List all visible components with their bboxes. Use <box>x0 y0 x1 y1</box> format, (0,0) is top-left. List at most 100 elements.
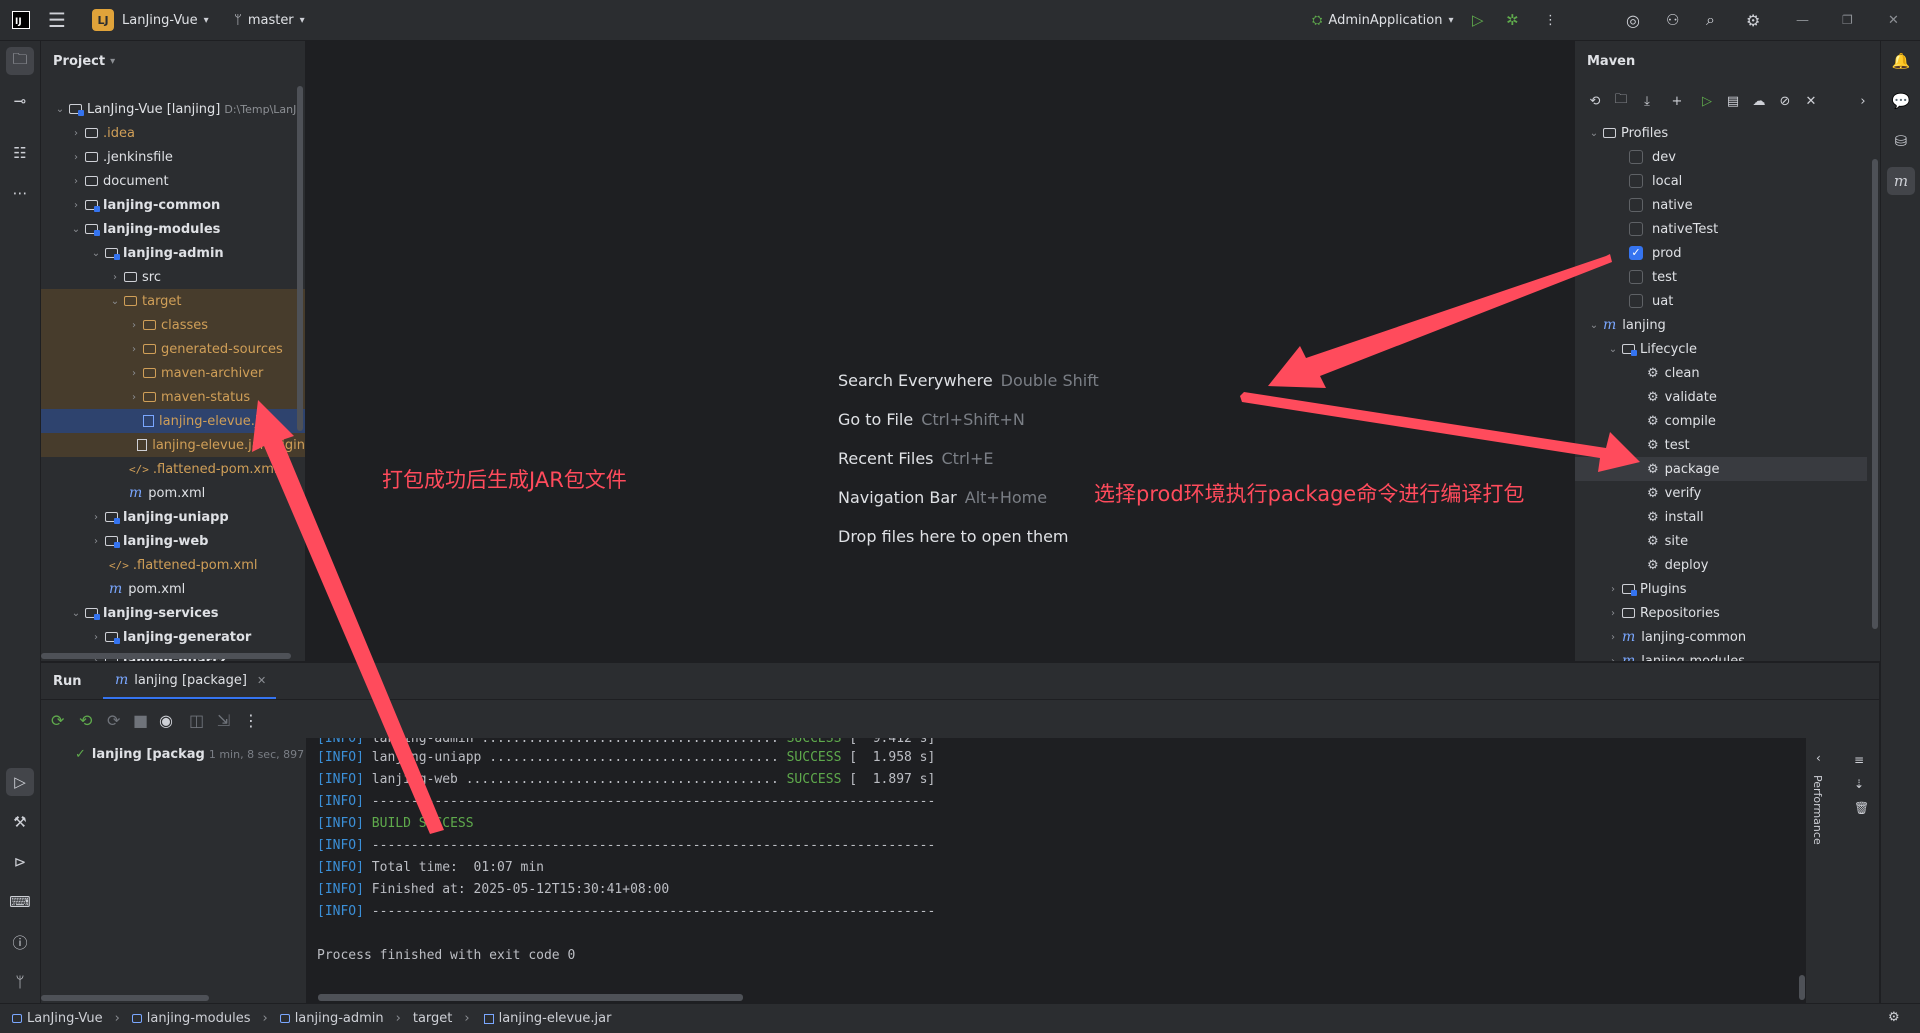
rerun-failed-button[interactable]: ⟲ <box>79 711 92 730</box>
run-config-tab[interactable]: m lanjing [package] ✕ <box>103 663 277 699</box>
tree-item-lanjing-common[interactable]: › lanjing-common <box>41 193 305 217</box>
rerun-button[interactable]: ⟳ <box>51 711 64 730</box>
execute-goal-button[interactable]: ▤ <box>1723 91 1743 111</box>
export-button[interactable]: ⇲ <box>217 711 230 730</box>
maven-scrollbar[interactable] <box>1872 159 1878 629</box>
add-maven-project-button[interactable]: 🗀 <box>1611 91 1631 111</box>
code-with-me-button[interactable]: ⚇ <box>1666 0 1679 40</box>
profile-test[interactable]: test <box>1575 265 1839 289</box>
profile-checkbox[interactable] <box>1629 150 1643 164</box>
profile-checkbox[interactable] <box>1629 174 1643 188</box>
structure-tool-button[interactable]: ☷ <box>6 139 34 167</box>
build-tool-button[interactable]: ⚒ <box>6 808 34 836</box>
collapse-side-button[interactable]: ‹ <box>1816 747 1821 766</box>
git-tool-button[interactable]: ᛘ <box>6 968 34 996</box>
ai-assistant-button[interactable]: ◎ <box>1626 0 1640 40</box>
profile-checkbox[interactable] <box>1629 270 1643 284</box>
tree-item-lanjing-generator[interactable]: › lanjing-generator <box>41 625 305 649</box>
project-scrollbar[interactable] <box>297 86 303 431</box>
debug-button[interactable]: ✲ <box>1506 0 1519 40</box>
tree-item-pom[interactable]: m pom.xml <box>41 577 305 601</box>
branch-switcher[interactable]: ᛘ master ▾ <box>234 0 305 40</box>
profile-uat[interactable]: uat <box>1575 289 1839 313</box>
more-tools-button[interactable]: ⋯ <box>6 179 34 207</box>
add-button[interactable]: + <box>1667 91 1687 111</box>
console-hscrollbar[interactable] <box>318 994 743 1001</box>
search-button[interactable]: ⌕ <box>1706 0 1715 40</box>
profile-nativetest[interactable]: nativeTest <box>1575 217 1839 241</box>
console-output[interactable]: [INFO] lanjing-admin ...................… <box>306 738 1806 1003</box>
maven-repositories-node[interactable]: › Repositories <box>1575 601 1839 625</box>
tree-item-generated-sources[interactable]: › generated-sources <box>41 337 305 361</box>
lifecycle-deploy[interactable]: ⚙ deploy <box>1575 553 1839 577</box>
run-tree-item[interactable]: ✓ lanjing [packag 1 min, 8 sec, 897 ms <box>75 747 324 762</box>
notifications-button[interactable]: 🔔 <box>1887 47 1915 75</box>
collapse-all-button[interactable]: ✕ <box>1801 91 1821 111</box>
toggle-offline-button[interactable]: ⟳ <box>107 711 120 730</box>
project-panel-title[interactable]: Project ▾ <box>53 41 115 81</box>
maven-project-lanjing[interactable]: ⌄ m lanjing <box>1575 313 1839 337</box>
screenshot-button[interactable]: ◫ <box>189 711 204 730</box>
lifecycle-test[interactable]: ⚙ test <box>1575 433 1839 457</box>
maven-plugins-node[interactable]: › Plugins <box>1575 577 1839 601</box>
tree-item-lanjing-uniapp[interactable]: › lanjing-uniapp <box>41 505 305 529</box>
tree-item-maven-status[interactable]: › maven-status <box>41 385 305 409</box>
maven-profiles-node[interactable]: ⌄ Profiles <box>1575 121 1839 145</box>
breadcrumb-admin[interactable]: lanjing-admin › <box>279 1011 401 1026</box>
tree-item-flattened-pom[interactable]: </> .flattened-pom.xml <box>41 457 305 481</box>
lifecycle-site[interactable]: ⚙ site <box>1575 529 1839 553</box>
profile-checkbox[interactable] <box>1629 222 1643 236</box>
download-sources-button[interactable]: ⤓ <box>1637 91 1657 111</box>
close-button[interactable]: ✕ <box>1888 0 1899 40</box>
more-actions-button[interactable]: ⋮ <box>1544 0 1557 40</box>
close-icon[interactable]: ✕ <box>257 674 266 687</box>
run-button[interactable]: ▷ <box>1472 0 1484 40</box>
profile-dev[interactable]: dev <box>1575 145 1839 169</box>
breadcrumb-jar[interactable]: lanjing-elevue.jar <box>482 1011 611 1026</box>
lifecycle-verify[interactable]: ⚙ verify <box>1575 481 1839 505</box>
tree-item-jenkinsfile[interactable]: › .jenkinsfile <box>41 145 305 169</box>
profile-prod[interactable]: ✓ prod <box>1575 241 1839 265</box>
tree-item-lanjing-web[interactable]: › lanjing-web <box>41 529 305 553</box>
maven-module-modules[interactable]: › m lanjing-modules <box>1575 649 1839 661</box>
profile-checkbox-checked[interactable]: ✓ <box>1629 246 1643 260</box>
tree-item-src[interactable]: › src <box>41 265 305 289</box>
lifecycle-package[interactable]: ⚙ package <box>1575 457 1867 481</box>
maven-module-common[interactable]: › m lanjing-common <box>1575 625 1839 649</box>
breadcrumb-modules[interactable]: lanjing-modules › <box>131 1011 268 1026</box>
profile-checkbox[interactable] <box>1629 294 1643 308</box>
ai-chat-button[interactable]: 💬 <box>1887 87 1915 115</box>
skip-tests-button[interactable]: ⊘ <box>1775 91 1795 111</box>
project-hscrollbar[interactable] <box>41 653 291 659</box>
console-vscrollbar[interactable] <box>1799 975 1805 1000</box>
tree-item-lanjing-admin[interactable]: ⌄ lanjing-admin <box>41 241 305 265</box>
lifecycle-install[interactable]: ⚙ install <box>1575 505 1839 529</box>
tree-item-jar[interactable]: lanjing-elevue.jar <box>41 409 305 433</box>
tree-root[interactable]: ⌄ LanJing-Vue [lanjing] D:\Temp\LanJ <box>41 97 305 121</box>
more-button[interactable]: › <box>1853 91 1873 111</box>
minimize-button[interactable]: — <box>1796 0 1809 40</box>
tree-item-classes[interactable]: › classes <box>41 313 305 337</box>
tree-item-idea[interactable]: › .idea <box>41 121 305 145</box>
commit-tool-button[interactable]: ⊸ <box>6 87 34 115</box>
terminal-tool-button[interactable]: ⌨ <box>6 888 34 916</box>
run-maven-build-button[interactable]: ▷ <box>1697 91 1717 111</box>
tree-item-pom[interactable]: m pom.xml <box>41 481 305 505</box>
run-config-selector[interactable]: ⛭ AdminApplication ▾ <box>1312 0 1454 40</box>
run-tree-hscrollbar[interactable] <box>41 995 209 1001</box>
settings-button[interactable]: ⚙ <box>1746 0 1760 40</box>
project-switcher[interactable]: LJ LanJing-Vue ▾ <box>92 0 209 40</box>
breadcrumb-target[interactable]: target › <box>413 1011 470 1026</box>
reload-button[interactable]: ⟲ <box>1585 91 1605 111</box>
profile-native[interactable]: native <box>1575 193 1839 217</box>
maven-lifecycle-node[interactable]: ⌄ Lifecycle <box>1575 337 1839 361</box>
lifecycle-compile[interactable]: ⚙ compile <box>1575 409 1839 433</box>
tree-item-document[interactable]: › document <box>41 169 305 193</box>
performance-tab[interactable]: Performance <box>1811 775 1824 845</box>
lifecycle-validate[interactable]: ⚙ validate <box>1575 385 1839 409</box>
show-view-button[interactable]: ◉ <box>159 711 173 730</box>
tree-item-lanjing-services[interactable]: ⌄ lanjing-services <box>41 601 305 625</box>
profile-checkbox[interactable] <box>1629 198 1643 212</box>
scroll-to-end-button[interactable]: ⇣ <box>1854 773 1864 792</box>
maven-tool-button[interactable]: m <box>1887 167 1915 195</box>
